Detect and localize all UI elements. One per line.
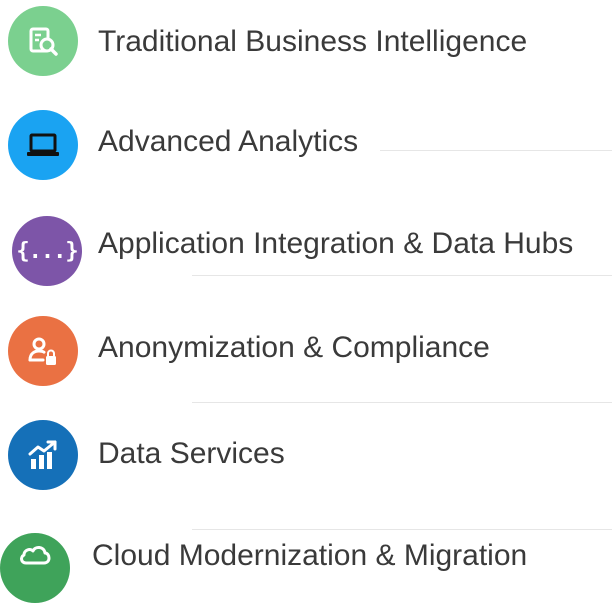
list-item-label: Application Integration & Data Hubs [98,227,574,260]
list-item-anonymization[interactable]: Anonymization & Compliance [0,314,612,394]
report-search-icon [8,6,78,76]
cloud-icon [0,533,70,603]
list-item-label: Anonymization & Compliance [98,331,490,364]
divider [192,275,612,276]
user-lock-icon [8,316,78,386]
list-item-data-services[interactable]: Data Services [0,418,612,498]
list-item-label: Data Services [98,437,285,470]
divider [380,150,612,151]
laptop-icon [8,110,78,180]
list-item-label: Cloud Modernization & Migration [92,539,528,572]
chart-trending-up-icon [8,420,78,490]
list-item-traditional-bi[interactable]: Traditional Business Intelligence [0,2,612,82]
list-item-advanced-analytics[interactable]: Advanced Analytics [0,108,612,188]
code-braces-icon: {...} [12,216,82,286]
list-item-app-integration[interactable]: {...} Application Integration & Data Hub… [0,212,612,292]
list-item-label: Advanced Analytics [98,125,359,158]
list-item-cloud-modernization[interactable]: Cloud Modernization & Migration [0,528,612,603]
divider [192,402,612,403]
list-item-label: Traditional Business Intelligence [98,25,528,58]
